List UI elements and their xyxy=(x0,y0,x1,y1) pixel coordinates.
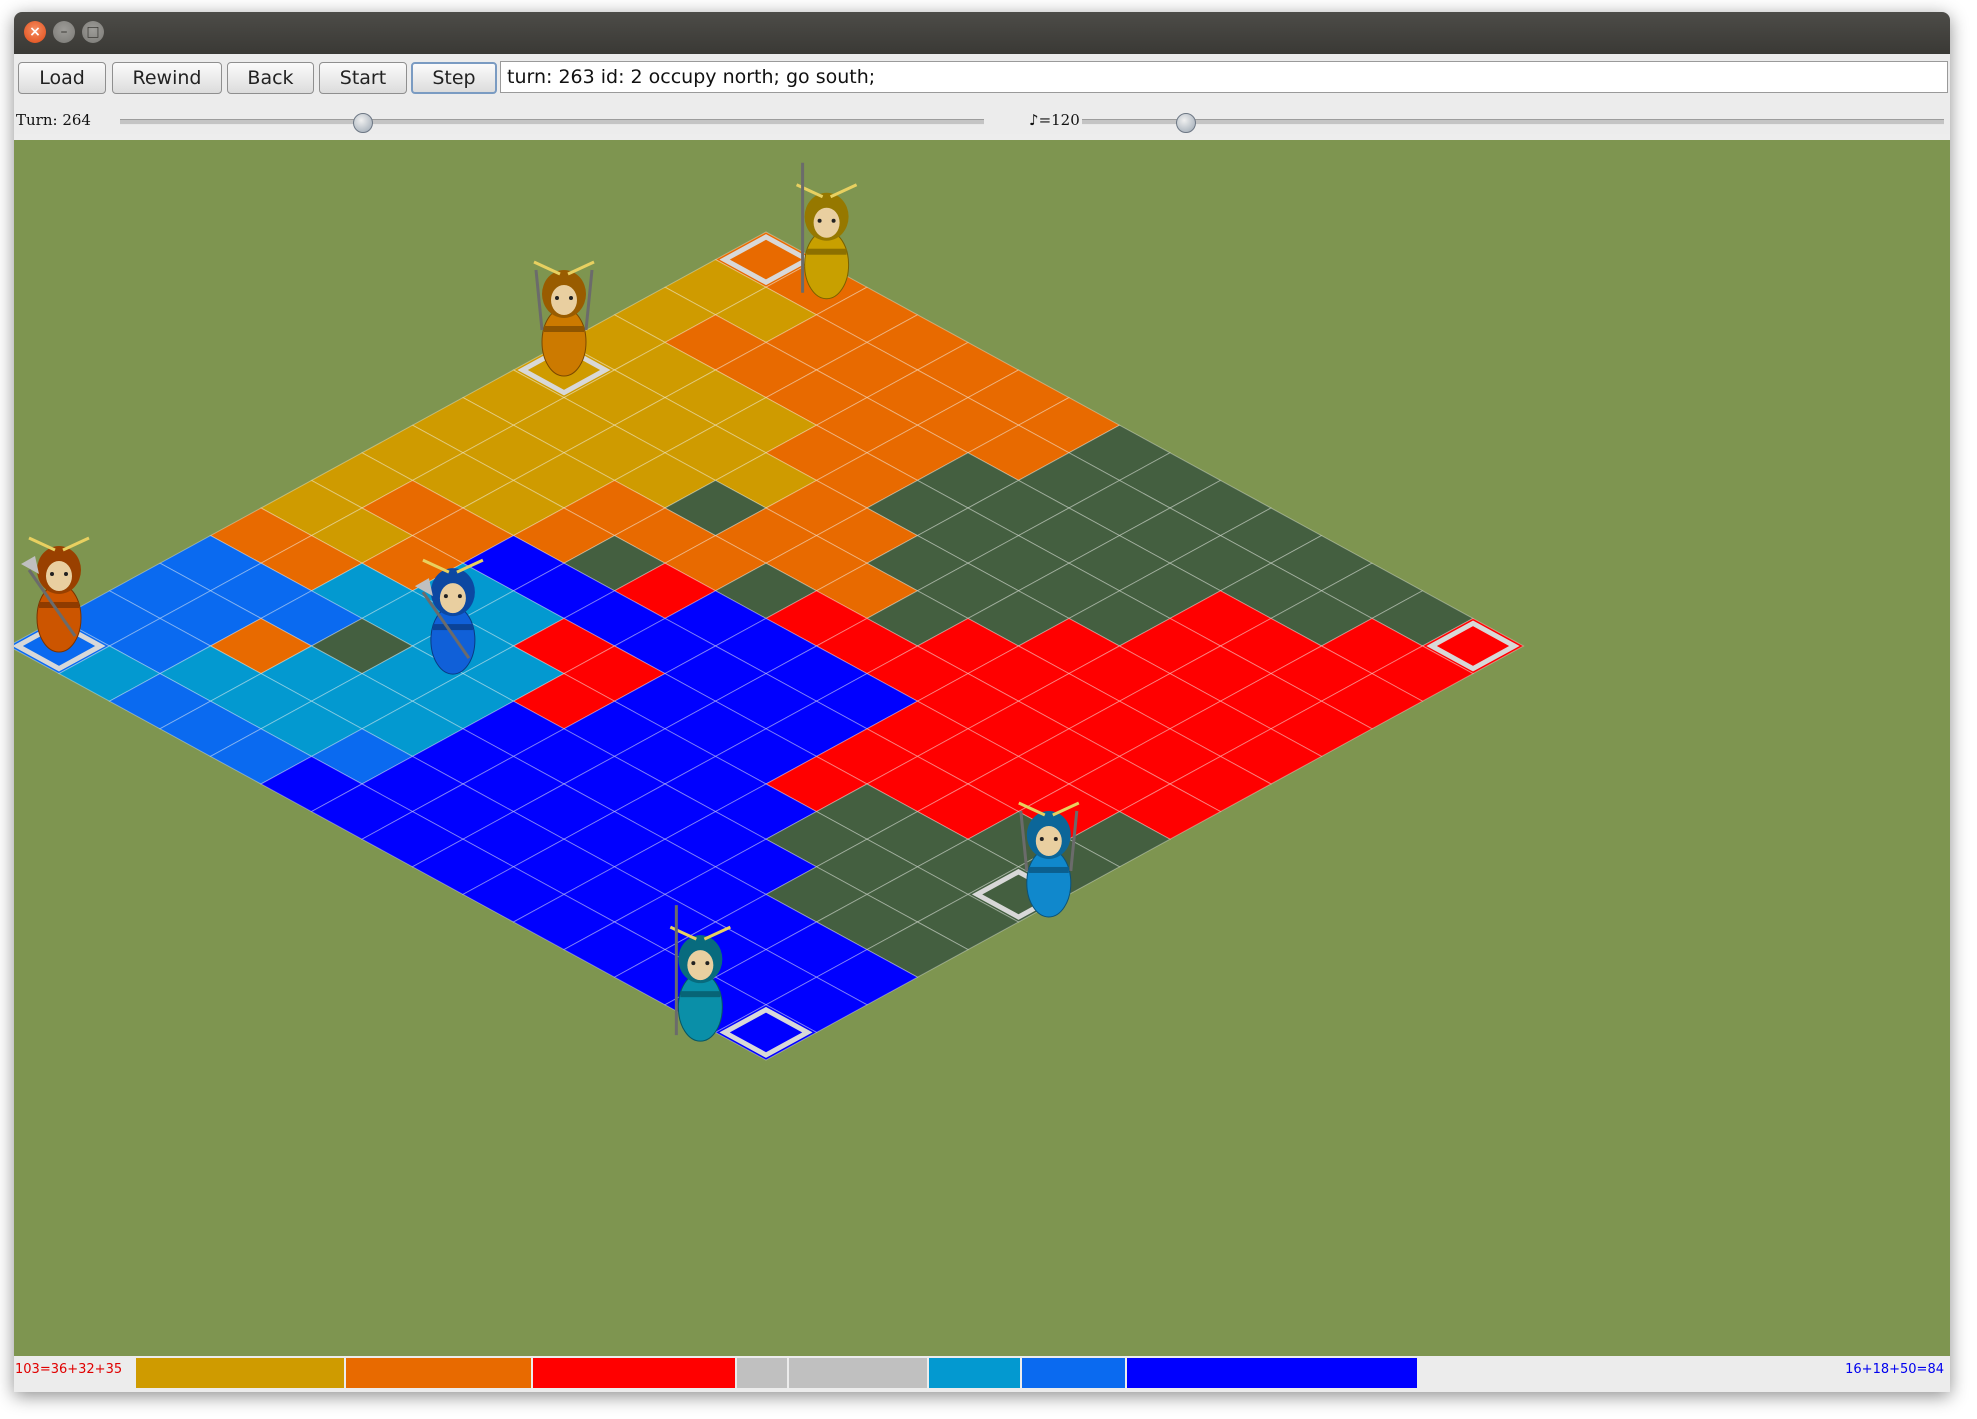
samurai-eye xyxy=(817,218,822,223)
score-segment-gold xyxy=(136,1358,344,1388)
right-team-score: 16+18+50=84 xyxy=(1845,1362,1944,1377)
samurai-eye xyxy=(831,218,836,223)
samurai-face xyxy=(551,285,577,315)
samurai-face xyxy=(813,207,840,238)
step-button[interactable]: Step xyxy=(411,62,497,94)
samurai-belt xyxy=(544,326,584,332)
samurai-body xyxy=(677,972,723,1042)
samurai-eye xyxy=(705,961,710,966)
turn-label: Turn: 264 xyxy=(16,111,91,129)
score-segment-azure xyxy=(1022,1358,1126,1388)
samurai-eye xyxy=(569,296,573,300)
samurai-eye xyxy=(1039,836,1044,841)
score-segment-neutral xyxy=(789,1358,928,1388)
isometric-grid xyxy=(14,162,1525,1061)
samurai-eye xyxy=(555,296,559,300)
samurai-eye xyxy=(691,961,696,966)
score-segment-neutral xyxy=(736,1358,788,1388)
score-segment-orange xyxy=(345,1358,531,1388)
turn-slider-thumb[interactable] xyxy=(352,113,373,133)
tempo-slider-track[interactable] xyxy=(1082,119,1944,125)
samurai-face xyxy=(1035,825,1062,856)
samurai-belt xyxy=(680,991,721,998)
start-button[interactable]: Start xyxy=(319,62,407,94)
samurai-body xyxy=(36,583,82,653)
left-team-score: 103=36+32+35 xyxy=(15,1362,123,1377)
rewind-button[interactable]: Rewind xyxy=(112,62,222,94)
samurai-eye xyxy=(443,594,448,599)
samurai-body xyxy=(1026,848,1072,918)
samurai-face xyxy=(687,950,714,981)
samurai-belt xyxy=(1028,866,1069,873)
samurai-belt xyxy=(39,602,79,608)
samurai-body xyxy=(804,230,850,300)
score-segment-cyan xyxy=(929,1358,1021,1388)
samurai-eye xyxy=(50,572,54,576)
samurai-belt xyxy=(432,624,473,631)
samurai-face xyxy=(439,583,466,614)
log-field[interactable]: turn: 263 id: 2 occupy north; go south; xyxy=(500,61,1948,93)
tempo-label: ♪=120 xyxy=(1029,111,1080,129)
turn-slider-track[interactable] xyxy=(120,119,984,125)
load-button[interactable]: Load xyxy=(18,62,106,94)
game-board[interactable] xyxy=(14,140,1950,1360)
close-icon[interactable]: × xyxy=(24,21,46,43)
score-segment-blue xyxy=(1127,1358,1417,1388)
samurai-face xyxy=(46,561,72,591)
minimize-icon[interactable]: – xyxy=(53,21,75,43)
maximize-icon[interactable]: □ xyxy=(82,21,104,43)
score-segment-red xyxy=(532,1358,735,1388)
samurai-eye xyxy=(457,594,462,599)
samurai-body xyxy=(541,307,587,377)
game-window: × – □ Load Rewind Back Start Step turn: … xyxy=(14,12,1950,1392)
back-button[interactable]: Back xyxy=(227,62,314,94)
title-bar: × – □ xyxy=(14,12,1950,54)
samurai-eye xyxy=(1053,836,1058,841)
samurai-belt xyxy=(806,248,847,255)
samurai-body xyxy=(430,605,476,675)
samurai-eye xyxy=(64,572,68,576)
